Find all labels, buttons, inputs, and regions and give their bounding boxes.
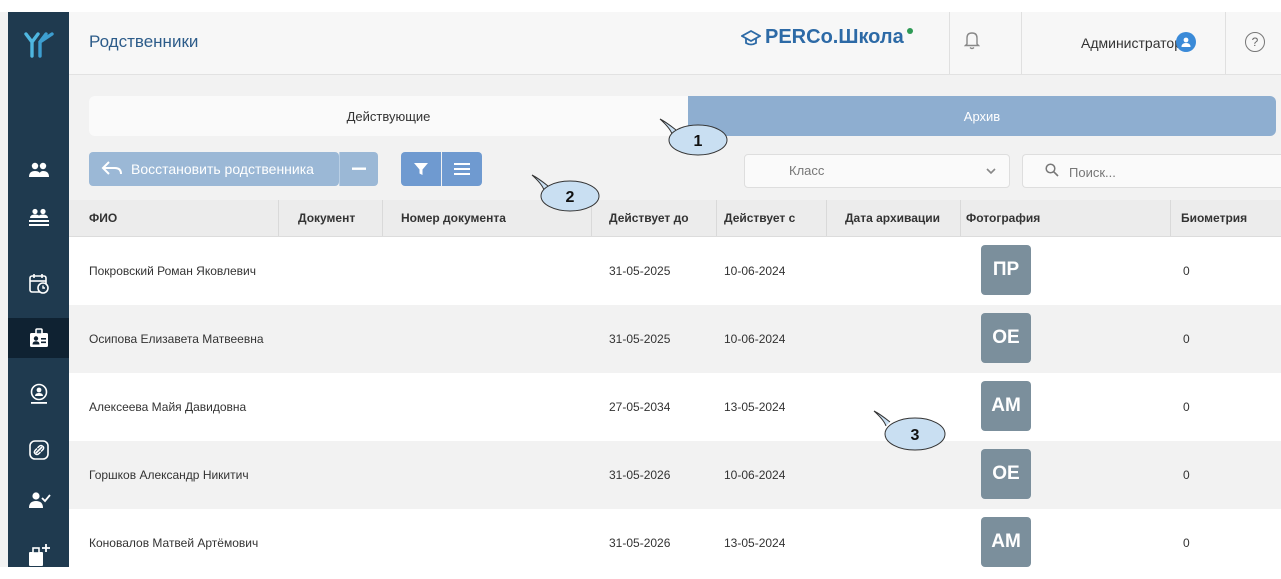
callout-3-number: 3 [911, 427, 920, 444]
link-icon[interactable] [8, 430, 69, 470]
callout-1-number: 1 [694, 133, 703, 150]
relatives-badge-icon[interactable] [8, 318, 69, 358]
cell-valid-to: 31-05-2026 [609, 468, 671, 482]
table-row[interactable]: Горшков Александр Никитич 31-05-2026 10-… [69, 441, 1281, 509]
table-row[interactable]: Осипова Елизавета Матвеевна 31-05-2025 1… [69, 305, 1281, 373]
cell-biometry: 0 [1183, 332, 1190, 346]
help-icon[interactable]: ? [1245, 32, 1265, 52]
column-header-document[interactable]: Документ [298, 200, 355, 236]
app-window: Родственники PERCo.Школа Администратор ?… [0, 12, 1281, 577]
cell-valid-from: 10-06-2024 [724, 264, 786, 278]
sidebar [8, 12, 69, 567]
callout-1: 1 [658, 116, 730, 158]
column-header-photo[interactable]: Фотография [966, 200, 1040, 236]
cell-biometry: 0 [1183, 468, 1190, 482]
tab-active[interactable]: Действующие [89, 96, 688, 136]
photo-placeholder: ОЕ [981, 449, 1031, 499]
search-input[interactable] [1067, 161, 1271, 183]
search-box [1022, 154, 1281, 188]
callout-2-number: 2 [566, 189, 575, 206]
table-row[interactable]: Покровский Роман Яковлевич 31-05-2025 10… [69, 237, 1281, 305]
users-icon[interactable] [8, 150, 69, 190]
group-users-icon[interactable] [8, 198, 69, 238]
calendar-clock-icon[interactable] [8, 264, 69, 304]
brand-logo: PERCo.Школа [741, 26, 913, 49]
header: Родственники PERCo.Школа Администратор ? [69, 12, 1281, 75]
column-header-valid-from[interactable]: Действует с [724, 200, 795, 236]
brand-name: PERCo.Школа [765, 26, 904, 48]
search-icon [1045, 163, 1059, 182]
add-building-icon[interactable] [8, 534, 69, 574]
user-name[interactable]: Администратор [1081, 35, 1182, 51]
user-avatar-icon[interactable] [1176, 32, 1196, 52]
cell-valid-to: 31-05-2025 [609, 264, 671, 278]
user-location-icon[interactable] [8, 374, 69, 414]
table-header: ФИО Документ Номер документа Действует д… [69, 200, 1281, 237]
column-header-archive-date[interactable]: Дата архивации [845, 200, 940, 236]
menu-icon [454, 163, 470, 175]
logo-icon[interactable] [8, 12, 69, 74]
restore-relative-label: Восстановить родственника [131, 161, 314, 177]
user-check-icon[interactable] [8, 480, 69, 520]
cell-valid-from: 13-05-2024 [724, 400, 786, 414]
bell-icon[interactable] [963, 30, 981, 55]
filter-button[interactable] [401, 152, 441, 186]
photo-placeholder: АМ [981, 381, 1031, 431]
column-header-document-number[interactable]: Номер документа [401, 200, 506, 236]
filter-icon [414, 163, 428, 175]
columns-menu-button[interactable] [442, 152, 482, 186]
remove-button[interactable] [339, 152, 378, 186]
photo-placeholder: ОЕ [981, 313, 1031, 363]
photo-placeholder: ПР [981, 245, 1031, 295]
cell-fio: Покровский Роман Яковлевич [89, 264, 256, 278]
callout-3: 3 [872, 408, 948, 454]
restore-arrow-icon [101, 160, 123, 179]
column-header-valid-to[interactable]: Действует до [609, 200, 689, 236]
cell-biometry: 0 [1183, 264, 1190, 278]
cell-valid-from: 10-06-2024 [724, 468, 786, 482]
callout-2: 2 [530, 172, 602, 214]
page-title: Родственники [89, 32, 199, 51]
cell-valid-to: 27-05-2034 [609, 400, 671, 414]
restore-relative-button[interactable]: Восстановить родственника [89, 152, 339, 186]
cell-fio: Горшков Александр Никитич [89, 468, 249, 482]
class-select[interactable]: Класс [744, 154, 1010, 188]
column-header-biometry[interactable]: Биометрия [1181, 200, 1247, 236]
tab-archive[interactable]: Архив [688, 96, 1276, 136]
table-row[interactable]: Алексеева Майя Давидовна 27-05-2034 13-0… [69, 373, 1281, 441]
table-body: Покровский Роман Яковлевич 31-05-2025 10… [69, 237, 1281, 579]
class-select-placeholder: Класс [789, 163, 825, 178]
column-header-fio[interactable]: ФИО [89, 200, 117, 236]
cell-fio: Осипова Елизавета Матвеевна [89, 332, 264, 346]
chevron-down-icon [985, 164, 997, 182]
graduation-cap-icon [741, 29, 761, 45]
photo-placeholder: АМ [981, 517, 1031, 567]
cell-fio: Алексеева Майя Давидовна [89, 400, 247, 414]
cell-valid-to: 31-05-2025 [609, 332, 671, 346]
cell-biometry: 0 [1183, 400, 1190, 414]
status-dot [906, 27, 913, 34]
minus-icon [352, 167, 366, 170]
cell-valid-from: 10-06-2024 [724, 332, 786, 346]
